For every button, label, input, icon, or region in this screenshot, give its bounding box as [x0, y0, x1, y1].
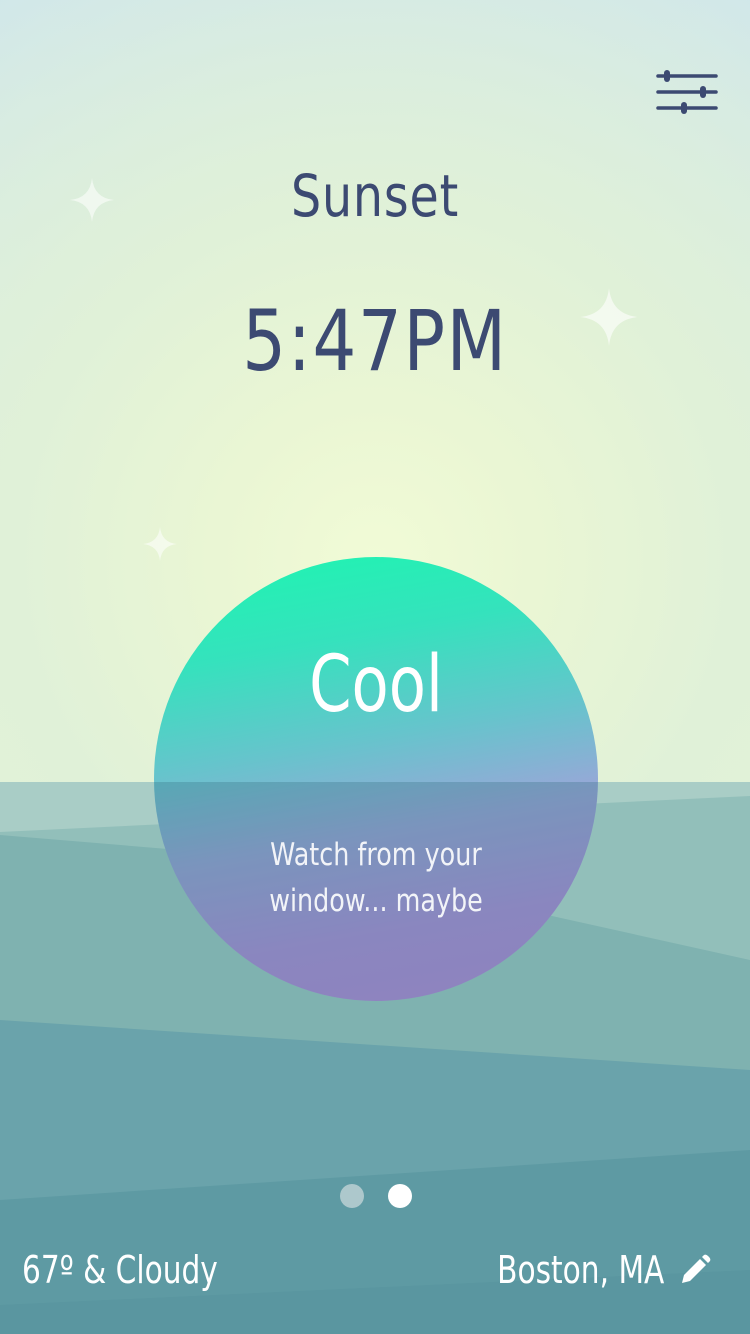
- pencil-icon: [682, 1254, 711, 1283]
- location-label: Boston, MA: [496, 1248, 664, 1292]
- page-dot-2-active[interactable]: [388, 1184, 412, 1208]
- rating-orb: [154, 557, 598, 1001]
- page-indicator: [338, 1183, 418, 1209]
- page-dot-1[interactable]: [340, 1184, 364, 1208]
- location-edit-button[interactable]: Boston, MA: [490, 1248, 722, 1296]
- rating-description: Watch from your window... maybe: [269, 837, 483, 919]
- rating-label: Cool: [309, 640, 443, 730]
- weather-summary: 67º & Cloudy: [22, 1248, 218, 1292]
